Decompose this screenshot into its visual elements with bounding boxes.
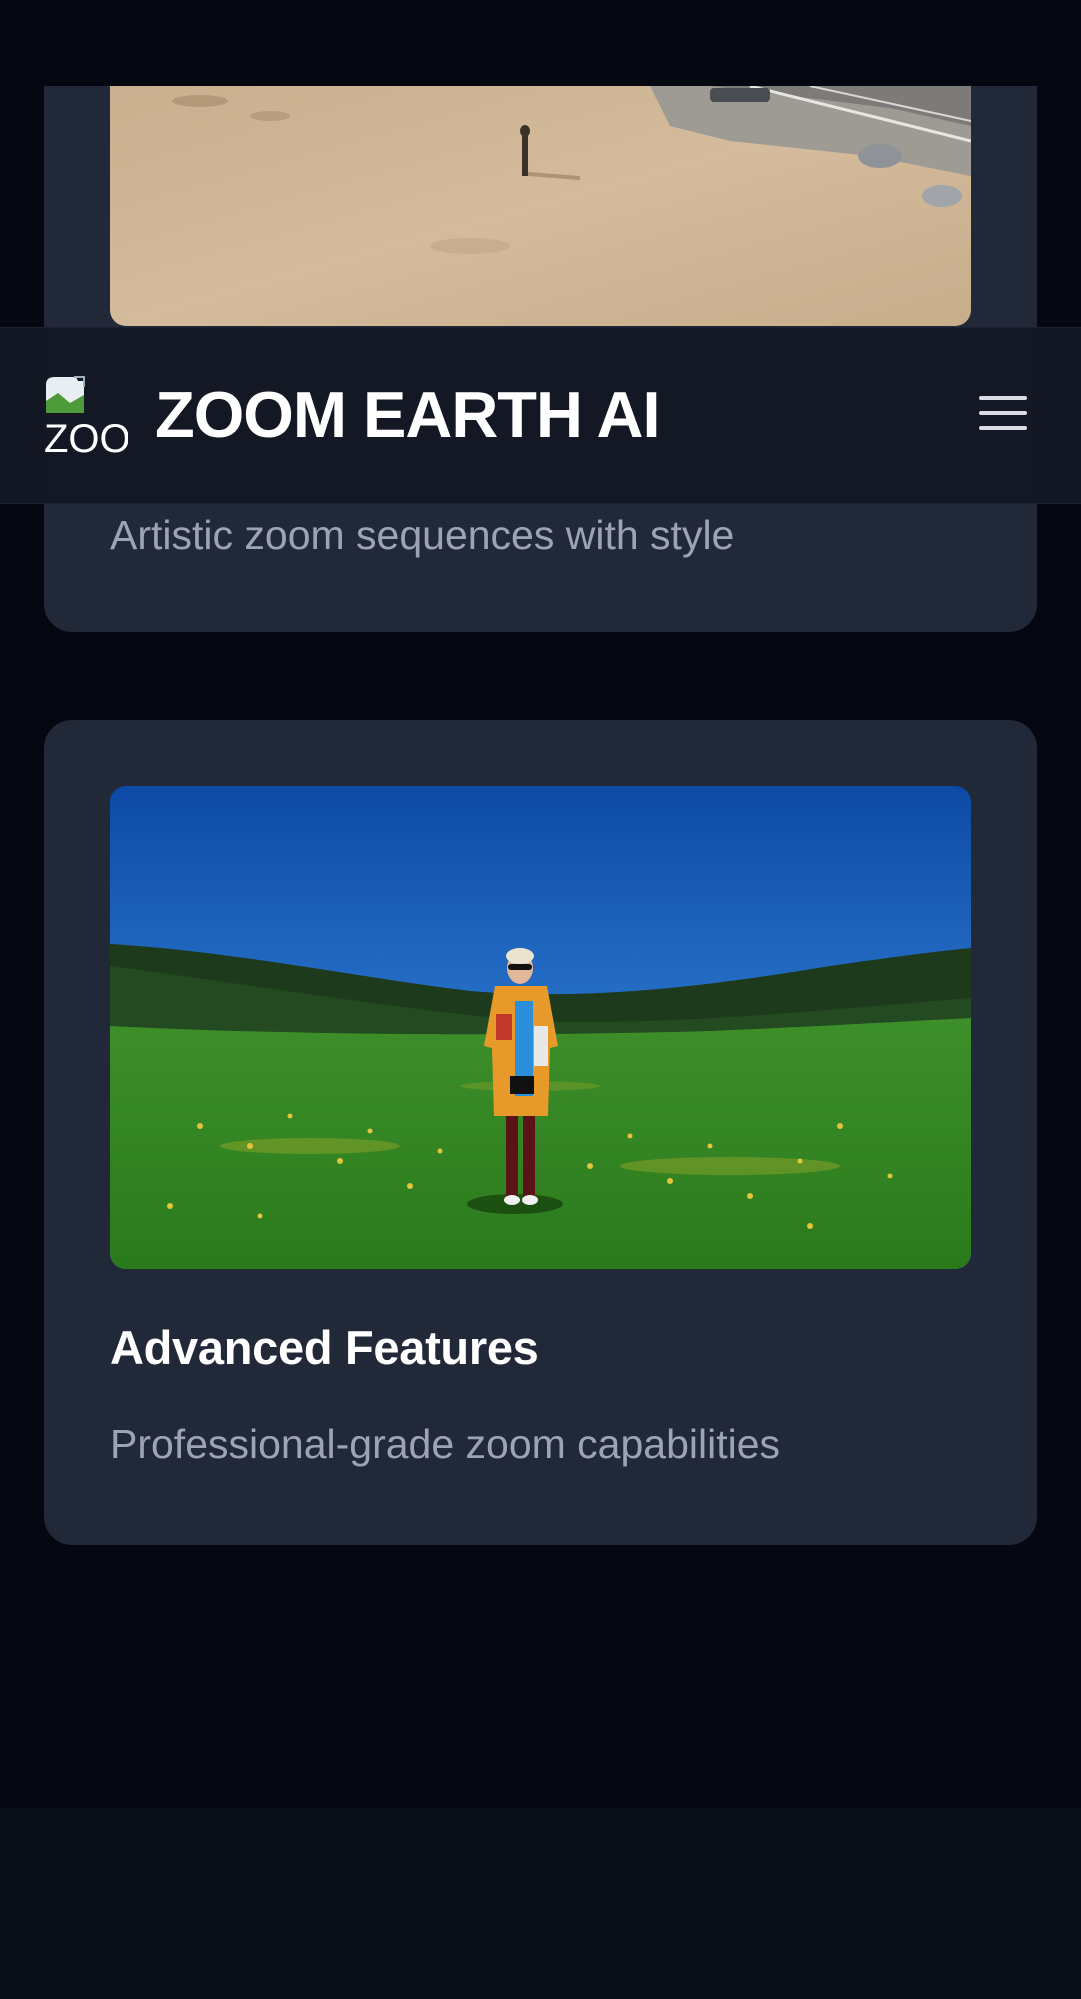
hamburger-menu-icon [979, 411, 1027, 415]
feature-card-description: Professional-grade zoom capabilities [110, 1421, 781, 1467]
logo[interactable]: ZOOM EARTH AI [44, 375, 128, 459]
logo-alt-text: ZOOM EARTH AI [44, 417, 128, 459]
site-title[interactable]: ZOOM EARTH AI [155, 379, 661, 451]
feature-card[interactable]: Advanced Features Professional-grade zoo… [44, 720, 1037, 1545]
features-section: Artistic zoom sequences with style Advan… [0, 0, 1081, 1808]
feature-card-image [110, 786, 971, 1269]
feature-card-description: Artistic zoom sequences with style [110, 512, 735, 558]
feature-card-image [110, 86, 971, 326]
footer-area [0, 1808, 1081, 1999]
broken-image-icon [46, 376, 85, 413]
hamburger-menu-icon [979, 396, 1027, 400]
feature-card-title: Advanced Features [110, 1321, 539, 1374]
site-header: ZOOM EARTH AI ZOOM EARTH AI [0, 327, 1081, 504]
menu-button[interactable] [975, 388, 1033, 440]
hamburger-menu-icon [979, 426, 1027, 430]
page: Artistic zoom sequences with style Advan… [0, 0, 1081, 1999]
